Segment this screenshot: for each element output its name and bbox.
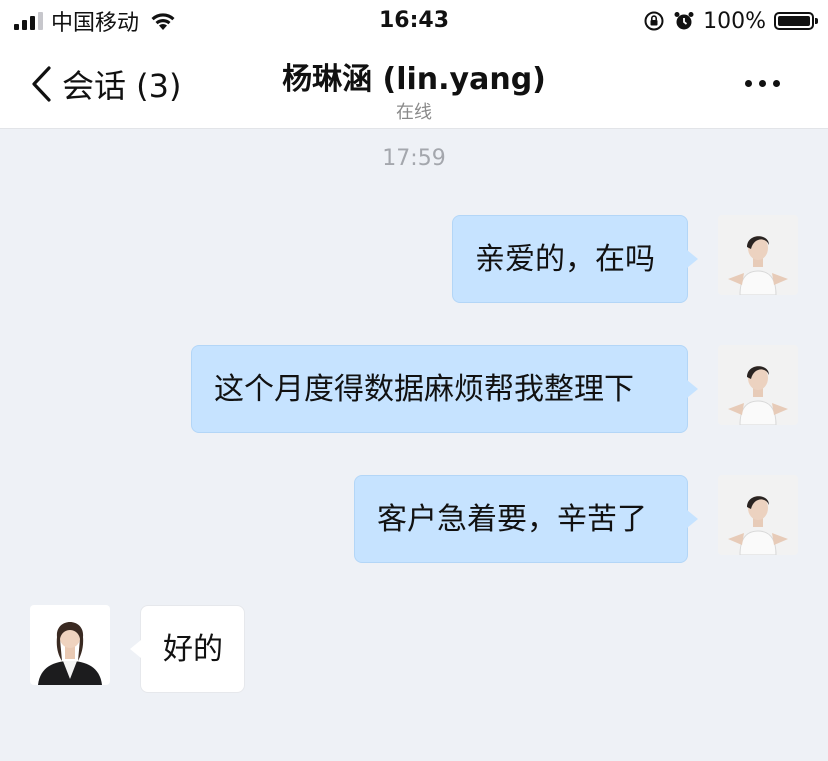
nav-bar: 会话 (3) 杨琳涵 (lin.yang) 在线 [0, 42, 828, 129]
my-avatar[interactable] [718, 475, 798, 555]
outgoing-message-bubble[interactable]: 这个月度得数据麻烦帮我整理下 [191, 345, 698, 433]
message-text: 客户急着要，辛苦了 [377, 502, 647, 537]
my-avatar[interactable] [718, 345, 798, 425]
my-avatar[interactable] [718, 215, 798, 295]
online-status: 在线 [396, 102, 432, 123]
avatar-image [718, 215, 798, 295]
message-text: 好的 [163, 632, 223, 667]
battery-icon [774, 12, 818, 30]
status-right: 100% [643, 6, 818, 36]
message-text: 亲爱的，在吗 [475, 242, 655, 277]
more-icon[interactable] [745, 80, 780, 87]
message-timestamp: 17:59 [382, 146, 446, 171]
outgoing-message-bubble[interactable]: 客户急着要，辛苦了 [354, 475, 698, 563]
contact-avatar[interactable] [30, 605, 110, 685]
avatar-image [718, 345, 798, 425]
message-text: 这个月度得数据麻烦帮我整理下 [214, 372, 634, 407]
outgoing-message-bubble[interactable]: 亲爱的，在吗 [452, 215, 698, 303]
chat-title: 杨琳涵 (lin.yang) [282, 62, 546, 97]
battery-percent: 100% [703, 8, 766, 34]
orientation-lock-icon [644, 11, 664, 31]
status-bar: 中国移动 16:43 100% [0, 0, 828, 42]
avatar-image [718, 475, 798, 555]
incoming-message-bubble[interactable]: 好的 [130, 605, 245, 693]
avatar-image [30, 605, 110, 685]
alarm-icon [674, 12, 694, 30]
